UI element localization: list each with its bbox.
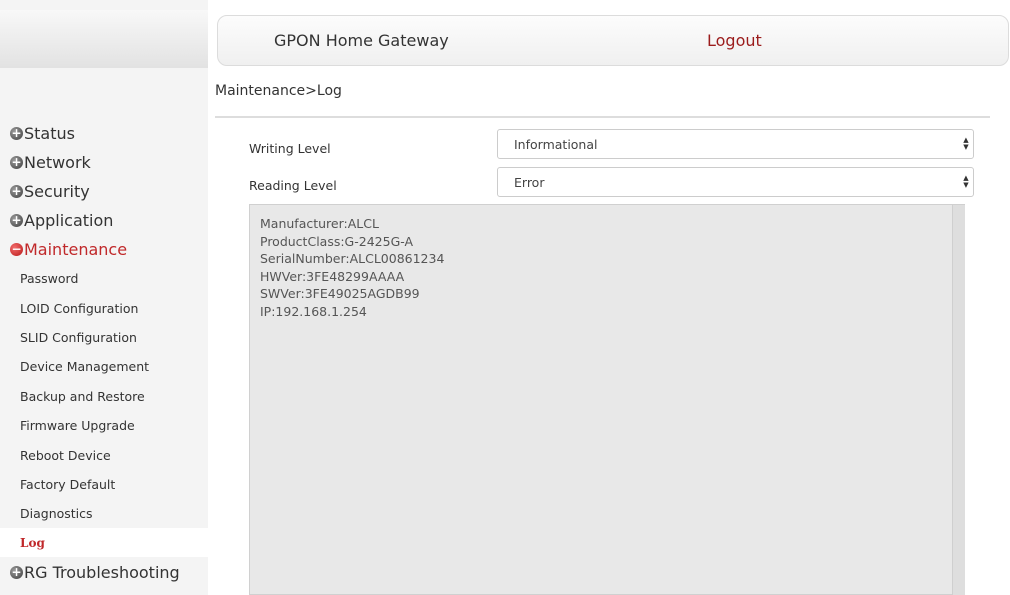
expand-plus-icon: + — [10, 154, 23, 169]
menu-security[interactable]: + Security — [10, 179, 90, 203]
reading-level-label: Reading Level — [249, 178, 337, 193]
select-arrows-icon: ▲ ▼ — [963, 136, 969, 151]
sidebar-item-factory-default[interactable]: Factory Default — [0, 470, 208, 499]
writing-level-value: Informational — [514, 136, 598, 152]
expand-plus-icon: + — [10, 183, 23, 198]
sidebar-item-password[interactable]: Password — [0, 264, 208, 293]
menu-label: Application — [24, 210, 114, 230]
menu-status[interactable]: + Status — [10, 121, 75, 145]
expand-plus-icon: + — [10, 564, 23, 579]
sidebar-item-log[interactable]: Log — [0, 528, 208, 557]
expand-plus-icon: + — [10, 125, 23, 140]
menu-maintenance[interactable]: − Maintenance — [10, 237, 127, 261]
log-line: IP:192.168.1.254 — [260, 303, 367, 319]
breadcrumb: Maintenance>Log — [215, 83, 342, 99]
menu-label: Network — [24, 152, 91, 172]
menu-network[interactable]: + Network — [10, 150, 91, 174]
menu-application[interactable]: + Application — [10, 208, 113, 232]
menu-label: Status — [24, 123, 75, 143]
log-line: Manufacturer:ALCL — [260, 216, 379, 231]
sidebar-item-device-management[interactable]: Device Management — [0, 352, 208, 381]
menu-label: Security — [24, 181, 90, 201]
log-line: SerialNumber:ALCL00861234 — [260, 251, 445, 266]
sidebar-item-firmware-upgrade[interactable]: Firmware Upgrade — [0, 411, 208, 440]
sidebar-item-loid-configuration[interactable]: LOID Configuration — [0, 294, 208, 323]
expand-plus-icon: + — [10, 212, 23, 227]
log-line: HWVer:3FE48299AAAA — [260, 268, 405, 284]
sidebar-item-backup-and-restore[interactable]: Backup and Restore — [0, 382, 208, 411]
reading-level-value: Error — [514, 174, 545, 190]
writing-level-select[interactable]: Informational ▲ ▼ — [497, 129, 974, 159]
reading-level-select[interactable]: Error ▲ ▼ — [497, 167, 974, 197]
logo-area — [0, 10, 208, 68]
collapse-minus-icon: − — [10, 241, 23, 256]
menu-label: RG Troubleshooting — [24, 562, 180, 582]
sidebar: + Status + Network + Security + Applicat… — [0, 0, 208, 595]
log-line: SWVer:3FE49025AGDB99 — [260, 286, 420, 301]
logout-link[interactable]: Logout — [707, 31, 762, 50]
app-title: GPON Home Gateway — [274, 31, 449, 50]
divider — [215, 116, 990, 118]
header-bar: GPON Home Gateway Logout — [217, 15, 1009, 66]
select-arrows-icon: ▲ ▼ — [963, 174, 969, 189]
sidebar-item-reboot-device[interactable]: Reboot Device — [0, 441, 208, 470]
sidebar-item-diagnostics[interactable]: Diagnostics — [0, 499, 208, 528]
log-scrollbar[interactable] — [952, 205, 965, 595]
log-line: ProductClass:G-2425G-A — [260, 233, 414, 249]
sidebar-item-slid-configuration[interactable]: SLID Configuration — [0, 323, 208, 352]
menu-label: Maintenance — [24, 239, 128, 259]
writing-level-label: Writing Level — [249, 141, 331, 156]
log-textarea[interactable]: Manufacturer:ALCL ProductClass:G-2425G-A… — [249, 204, 965, 595]
menu-rg-troubleshooting[interactable]: + RG Troubleshooting — [10, 560, 180, 584]
